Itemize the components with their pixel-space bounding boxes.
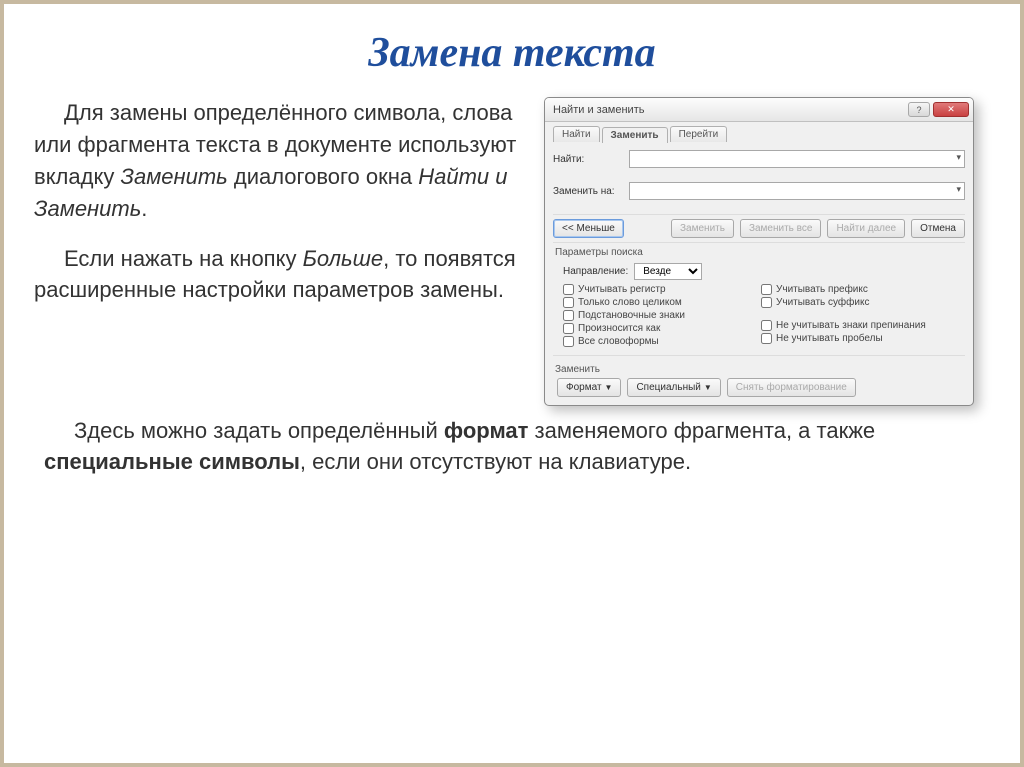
bottom-c: заменяемого фрагмента, а также bbox=[528, 418, 875, 443]
replace-all-button[interactable]: Заменить все bbox=[740, 219, 821, 238]
paragraph-2: Если нажать на кнопку Больше, то появятс… bbox=[34, 243, 534, 307]
paragraph-1: Для замены определённого символа, слова … bbox=[34, 97, 534, 225]
replace-button[interactable]: Заменить bbox=[671, 219, 734, 238]
tabstrip: Найти Заменить Перейти bbox=[553, 126, 965, 142]
check-ignore-punct[interactable]: Не учитывать знаки препинания bbox=[761, 320, 959, 331]
dialog-title: Найти и заменить bbox=[553, 104, 644, 116]
bottom-d: , если они отсутствуют на клавиатуре. bbox=[300, 449, 691, 474]
direction-label: Направление: bbox=[563, 266, 628, 277]
find-label: Найти: bbox=[553, 154, 623, 165]
bottom-a: Здесь можно задать определённый bbox=[74, 418, 444, 443]
check-prefix[interactable]: Учитывать префикс bbox=[761, 284, 959, 295]
search-params-label: Параметры поиска bbox=[555, 247, 965, 258]
tab-replace[interactable]: Заменить bbox=[602, 127, 668, 143]
p2-text-a: Если нажать на кнопку bbox=[64, 246, 303, 271]
check-match-case[interactable]: Учитывать регистр bbox=[563, 284, 761, 295]
p1-italic-1: Заменить bbox=[120, 164, 227, 189]
p1-text-b: диалогового окна bbox=[228, 164, 419, 189]
check-sounds-like[interactable]: Произносится как bbox=[563, 323, 761, 334]
close-button[interactable]: ✕ bbox=[933, 102, 969, 117]
check-whole-word[interactable]: Только слово целиком bbox=[563, 297, 761, 308]
replace-section-label: Заменить bbox=[555, 364, 965, 375]
tab-find[interactable]: Найти bbox=[553, 126, 600, 142]
bottom-bold-2: специальные символы bbox=[44, 449, 300, 474]
replace-with-input[interactable] bbox=[629, 182, 965, 200]
cancel-button[interactable]: Отмена bbox=[911, 219, 965, 238]
check-ignore-space[interactable]: Не учитывать пробелы bbox=[761, 333, 959, 344]
find-next-button[interactable]: Найти далее bbox=[827, 219, 905, 238]
left-text: Для замены определённого символа, слова … bbox=[34, 97, 534, 406]
p1-text-c: . bbox=[141, 196, 147, 221]
no-formatting-button[interactable]: Снять форматирование bbox=[727, 378, 856, 397]
special-button[interactable]: Специальный▼ bbox=[627, 378, 720, 397]
less-button[interactable]: << Меньше bbox=[553, 219, 624, 238]
find-input[interactable] bbox=[629, 150, 965, 168]
help-button[interactable]: ? bbox=[908, 102, 930, 117]
format-button[interactable]: Формат▼ bbox=[557, 378, 621, 397]
p2-italic-1: Больше bbox=[303, 246, 384, 271]
direction-select[interactable]: Везде bbox=[634, 263, 702, 280]
slide-title: Замена текста bbox=[4, 29, 1020, 77]
bottom-paragraph: Здесь можно задать определённый формат з… bbox=[4, 406, 1020, 478]
check-wildcards[interactable]: Подстановочные знаки bbox=[563, 310, 761, 321]
check-word-forms[interactable]: Все словоформы bbox=[563, 336, 761, 347]
bottom-bold-1: формат bbox=[444, 418, 529, 443]
find-replace-dialog: Найти и заменить ? ✕ Найти Заменить Пере… bbox=[544, 97, 974, 406]
dialog-titlebar: Найти и заменить ? ✕ bbox=[545, 98, 973, 122]
check-suffix[interactable]: Учитывать суффикс bbox=[761, 297, 959, 308]
tab-goto[interactable]: Перейти bbox=[670, 126, 728, 142]
replace-with-label: Заменить на: bbox=[553, 186, 623, 197]
